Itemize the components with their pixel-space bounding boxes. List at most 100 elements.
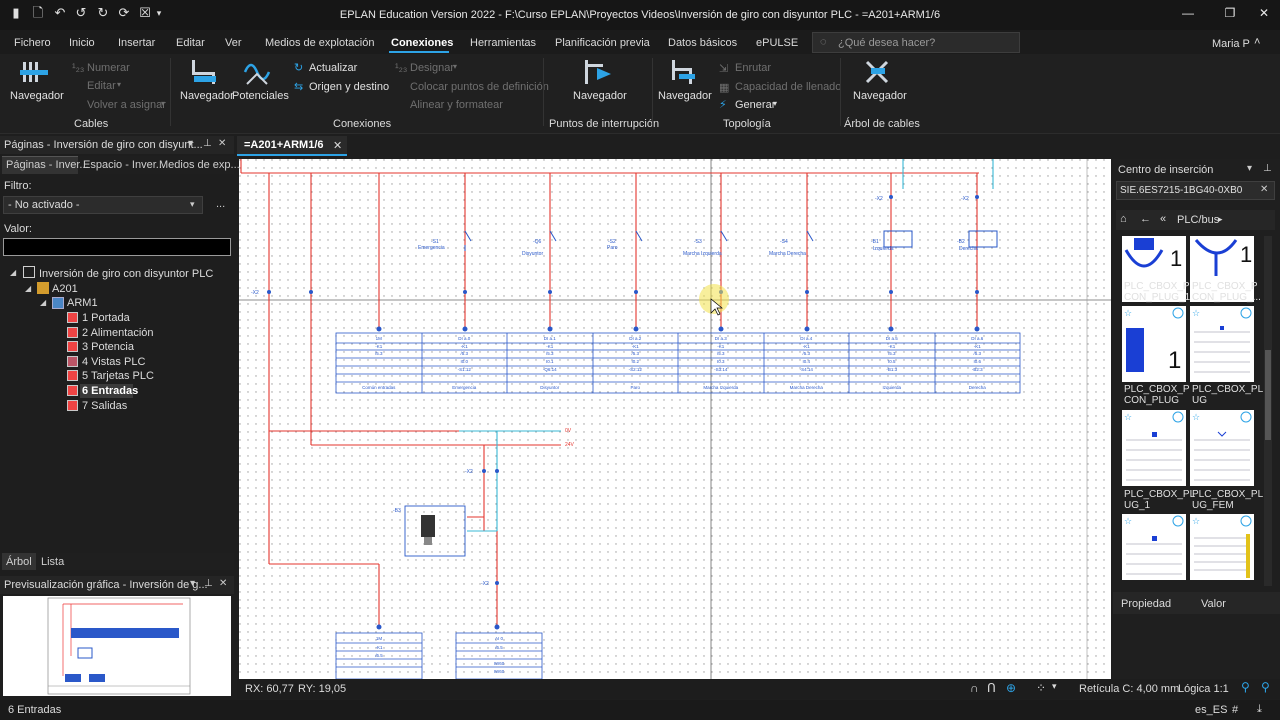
tab-lista[interactable]: Lista	[41, 556, 64, 568]
designar-button[interactable]: Designar	[410, 62, 454, 74]
new-page-icon[interactable]: 🗋	[30, 5, 46, 21]
redo-icon[interactable]: ↻	[95, 5, 111, 21]
download-icon[interactable]: ⤓	[1257, 703, 1262, 716]
tiles-scrollbar-thumb[interactable]	[1265, 350, 1271, 440]
menu-fichero[interactable]: Fichero	[14, 37, 51, 49]
generar-dropdown-icon[interactable]: ▾	[773, 99, 777, 108]
volver-asignar-button[interactable]: Volver a asignar	[87, 99, 166, 111]
macro-tile[interactable]: ☆	[1190, 306, 1254, 382]
preview-thumbnail[interactable]	[3, 596, 231, 696]
tree-page-7[interactable]: 7 Salidas	[82, 400, 127, 412]
schematic-canvas[interactable]: -S1 Emergencia -Q6 Disyuntor -S2 Paro -S…	[239, 159, 1111, 679]
zoom-area-icon[interactable]: ⚲	[1261, 680, 1270, 694]
user-name[interactable]: Maria P	[1212, 38, 1250, 50]
tree-a201[interactable]: A201	[52, 283, 78, 295]
alinear-formatear-button[interactable]: Alinear y formatear	[410, 99, 503, 111]
macro-tile[interactable]: ☆ 1	[1122, 306, 1186, 382]
tab-medios[interactable]: Medios de exp...	[159, 159, 240, 171]
close-page-icon[interactable]: ☒	[137, 5, 153, 21]
tree-page-1[interactable]: 1 Portada	[82, 312, 130, 324]
breadcrumb-next-icon[interactable]: ▸	[1218, 214, 1223, 225]
grid-icon[interactable]: ⁘	[1036, 681, 1046, 695]
clear-search-icon[interactable]: ✕	[1260, 184, 1268, 195]
zoom-icon[interactable]: ⚲	[1241, 680, 1250, 694]
restore-icon[interactable]: ❐	[1219, 4, 1241, 22]
tree-arm1[interactable]: ARM1	[67, 297, 98, 309]
tile-caption[interactable]: PLC_CBOX_PL UG	[1192, 384, 1263, 406]
tab-espacio[interactable]: Espacio - Inver...	[83, 159, 165, 171]
editar-button[interactable]: Editar	[87, 80, 116, 92]
undo-icon[interactable]: ↺	[73, 5, 89, 21]
quick-access-dropdown-icon[interactable]: ▾	[155, 5, 163, 21]
breadcrumb-chevron-icon[interactable]: «	[1160, 213, 1166, 225]
back-arrow-icon[interactable]: ←	[1140, 213, 1151, 225]
tree-page-3[interactable]: 3 Potencia	[82, 341, 134, 353]
tree-page-4[interactable]: 4 Vistas PLC	[82, 356, 145, 368]
topology-navigator-button[interactable]: Navegador	[658, 90, 712, 102]
minimize-icon[interactable]: —	[1177, 4, 1199, 22]
editar-dropdown-icon[interactable]: ▾	[117, 80, 121, 89]
tile-caption[interactable]: PLC_CBOX_P CON_PLUG_...	[1192, 281, 1261, 303]
tile-caption[interactable]: PLC_CBOX_PL UG_1	[1124, 489, 1195, 511]
tree-page-5[interactable]: 5 Tarjetas PLC	[82, 370, 154, 382]
connections-navigator-button[interactable]: Navegador	[180, 90, 234, 102]
enrutar-button[interactable]: Enrutar	[735, 62, 771, 74]
filter-more-button[interactable]: ...	[216, 198, 225, 210]
panel-close-icon[interactable]: ✕	[218, 138, 226, 149]
cables-navigator-button[interactable]: Navegador	[10, 90, 64, 102]
menu-epulse[interactable]: ePULSE	[756, 37, 798, 49]
interruption-navigator-button[interactable]: Navegador	[573, 90, 627, 102]
colocar-puntos-button[interactable]: Colocar puntos de definición	[410, 81, 549, 93]
menu-ver[interactable]: Ver	[225, 37, 242, 49]
menu-medios[interactable]: Medios de explotación	[265, 37, 374, 49]
close-icon[interactable]: ✕	[1253, 4, 1275, 22]
menu-conexiones[interactable]: Conexiones	[391, 37, 453, 49]
designar-dropdown-icon[interactable]: ▾	[453, 62, 457, 71]
tree-collapse-icon[interactable]: ◢	[40, 298, 46, 307]
tile-caption[interactable]: PLC_CBOX_PL UG_FEM	[1192, 489, 1263, 511]
magnet-icon[interactable]: ∩	[970, 681, 979, 695]
value-input[interactable]	[3, 238, 231, 256]
tree-page-2[interactable]: 2 Alimentación	[82, 327, 154, 339]
generar-button[interactable]: Generar	[735, 99, 775, 111]
macro-tile[interactable]: ☆	[1122, 410, 1186, 486]
home-icon[interactable]: ⌂	[1120, 213, 1127, 225]
volver-dropdown-icon[interactable]: ▾	[161, 99, 165, 108]
actualizar-button[interactable]: Actualizar	[309, 62, 357, 74]
menu-herramientas[interactable]: Herramientas	[470, 37, 536, 49]
numerar-button[interactable]: Numerar	[87, 62, 130, 74]
tab-arbol[interactable]: Árbol	[6, 556, 32, 568]
macro-tile[interactable]: ☆	[1190, 514, 1254, 580]
menu-inicio[interactable]: Inicio	[69, 37, 95, 49]
macro-tile[interactable]: ☆	[1122, 514, 1186, 580]
potentials-button[interactable]: Potenciales	[232, 90, 289, 102]
panel-menu-icon[interactable]: ▾	[190, 578, 195, 589]
tile-caption[interactable]: PLC_CBOX_P CON_PLUG_1	[1124, 281, 1190, 303]
new-project-icon[interactable]: ▮	[8, 5, 24, 21]
pin-icon[interactable]: ⊥	[203, 138, 212, 149]
collapse-ribbon-icon[interactable]: ˄	[1254, 36, 1260, 48]
panel-menu-icon[interactable]: ▾	[188, 138, 193, 149]
grid-dropdown-icon[interactable]: ▾	[1052, 681, 1057, 692]
panel-menu-icon[interactable]: ▾	[1247, 163, 1252, 174]
menu-insertar[interactable]: Insertar	[118, 37, 155, 49]
filter-dropdown-icon[interactable]: ▾	[190, 199, 195, 210]
macro-tile[interactable]: ☆	[1190, 410, 1254, 486]
tree-collapse-icon[interactable]: ◢	[10, 268, 16, 277]
breadcrumb-path[interactable]: PLC/bus	[1177, 214, 1219, 226]
tab-pages[interactable]: Páginas - Inver...	[6, 159, 89, 171]
origen-destino-button[interactable]: Origen y destino	[309, 81, 389, 93]
cable-tree-navigator-button[interactable]: Navegador	[853, 90, 907, 102]
magnet-off-icon[interactable]: Ո	[987, 681, 996, 695]
capacidad-llenado-button[interactable]: Capacidad de llenado	[735, 81, 841, 93]
menu-planificacion[interactable]: Planificación previa	[555, 37, 650, 49]
undo-history-icon[interactable]: ↶	[52, 5, 68, 21]
tree-page-6[interactable]: 6 Entradas	[82, 385, 138, 397]
pin-icon[interactable]: ⊥	[1263, 163, 1272, 174]
document-tab-close-icon[interactable]: ✕	[333, 139, 342, 152]
tree-project[interactable]: Inversión de giro con disyuntor PLC	[39, 268, 213, 280]
menu-editar[interactable]: Editar	[176, 37, 205, 49]
tree-collapse-icon[interactable]: ◢	[25, 284, 31, 293]
crosshair-icon[interactable]: ⊕	[1006, 681, 1016, 695]
pin-icon[interactable]: ⊥	[204, 578, 213, 589]
